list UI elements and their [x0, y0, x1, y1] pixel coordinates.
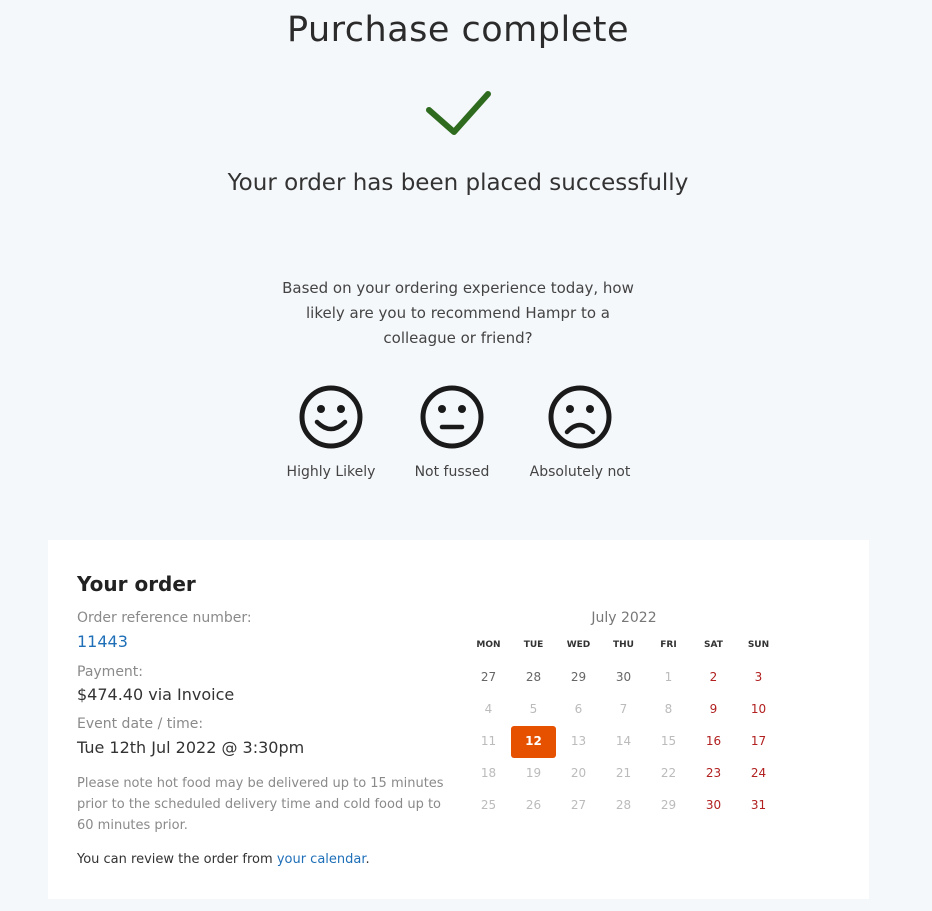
- calendar-day[interactable]: 18: [466, 758, 511, 790]
- calendar-day[interactable]: 7: [601, 694, 646, 726]
- calendar-day[interactable]: 1: [646, 662, 691, 694]
- calendar-day[interactable]: 11: [466, 726, 511, 758]
- calendar-day[interactable]: 9: [691, 694, 736, 726]
- survey-option-absolutely-not[interactable]: Absolutely not: [510, 384, 650, 480]
- calendar-day[interactable]: 16: [691, 726, 736, 758]
- calendar-day[interactable]: 17: [736, 726, 781, 758]
- calendar-day[interactable]: 5: [511, 694, 556, 726]
- calendar-day[interactable]: 30: [691, 790, 736, 822]
- order-reference-label: Order reference number:: [77, 610, 252, 626]
- calendar-week: 25 26 27 28 29 30 31: [466, 790, 782, 822]
- review-prefix: You can review the order from: [77, 852, 277, 867]
- event-date-value: Tue 12th Jul 2022 @ 3:30pm: [77, 738, 305, 757]
- happy-face-icon: [299, 385, 363, 449]
- weekday-label: FRI: [660, 640, 677, 650]
- calendar-day[interactable]: 13: [556, 726, 601, 758]
- calendar-day[interactable]: 10: [736, 694, 781, 726]
- calendar-day[interactable]: 28: [511, 662, 556, 694]
- success-message: Your order has been placed successfully: [227, 170, 689, 196]
- calendar-day[interactable]: 8: [646, 694, 691, 726]
- weekday-label: SUN: [747, 640, 770, 650]
- sad-face-icon: [548, 385, 612, 449]
- order-reference-link[interactable]: 11443: [77, 632, 128, 651]
- calendar-day[interactable]: 4: [466, 694, 511, 726]
- survey-option-label: Not fussed: [414, 464, 490, 480]
- calendar-day[interactable]: 26: [511, 790, 556, 822]
- calendar-link[interactable]: your calendar: [277, 852, 366, 867]
- payment-label: Payment:: [77, 664, 144, 680]
- calendar-month: July 2022: [591, 610, 657, 626]
- weekday-label: WED: [566, 640, 591, 650]
- delivery-note: Please note hot food may be delivered up…: [77, 776, 444, 833]
- calendar-day[interactable]: 19: [511, 758, 556, 790]
- calendar-day[interactable]: 21: [601, 758, 646, 790]
- calendar-day[interactable]: 29: [646, 790, 691, 822]
- page-title: Purchase complete: [286, 10, 630, 50]
- order-title: Your order: [77, 572, 196, 596]
- calendar-day-selected[interactable]: 12: [511, 726, 556, 758]
- calendar-day[interactable]: 30: [601, 662, 646, 694]
- neutral-face-icon: [420, 385, 484, 449]
- weekday-label: TUE: [523, 640, 544, 650]
- calendar-day[interactable]: 27: [556, 790, 601, 822]
- weekday-label: SAT: [704, 640, 723, 650]
- calendar-day[interactable]: 29: [556, 662, 601, 694]
- calendar-week: 4 5 6 7 8 9 10: [466, 694, 782, 726]
- calendar-weekday-header: MON TUE WED THU FRI SAT SUN: [466, 634, 782, 662]
- calendar-day[interactable]: 31: [736, 790, 781, 822]
- calendar-week: 27 28 29 30 1 2 3: [466, 662, 782, 694]
- survey-option-label: Absolutely not: [529, 464, 631, 480]
- calendar-day[interactable]: 24: [736, 758, 781, 790]
- calendar-day[interactable]: 14: [601, 726, 646, 758]
- calendar-day[interactable]: 27: [466, 662, 511, 694]
- calendar-day[interactable]: 20: [556, 758, 601, 790]
- calendar: July 2022 MON TUE WED THU FRI SAT SUN 27…: [466, 610, 782, 822]
- calendar-day[interactable]: 22: [646, 758, 691, 790]
- survey-option-label: Highly Likely: [286, 464, 376, 480]
- review-suffix: .: [365, 852, 370, 867]
- calendar-day[interactable]: 15: [646, 726, 691, 758]
- calendar-day[interactable]: 25: [466, 790, 511, 822]
- weekday-label: THU: [613, 640, 634, 650]
- review-text: You can review the order from your calen…: [77, 852, 370, 867]
- payment-value: $474.40 via Invoice: [77, 685, 235, 704]
- calendar-day[interactable]: 28: [601, 790, 646, 822]
- survey-question: Based on your ordering experience today,…: [282, 279, 634, 347]
- calendar-week: 18 19 20 21 22 23 24: [466, 758, 782, 790]
- calendar-day[interactable]: 6: [556, 694, 601, 726]
- checkmark-icon: [426, 91, 491, 135]
- weekday-label: MON: [476, 640, 501, 650]
- survey-option-highly-likely[interactable]: Highly Likely: [261, 384, 401, 480]
- calendar-week: 11 12 13 14 15 16 17: [466, 726, 782, 758]
- calendar-day[interactable]: 2: [691, 662, 736, 694]
- order-summary-card: Your order Order reference number: 11443…: [48, 540, 869, 899]
- calendar-day[interactable]: 23: [691, 758, 736, 790]
- calendar-day[interactable]: 3: [736, 662, 781, 694]
- event-date-label: Event date / time:: [77, 716, 204, 732]
- survey-option-not-fussed[interactable]: Not fussed: [382, 384, 522, 480]
